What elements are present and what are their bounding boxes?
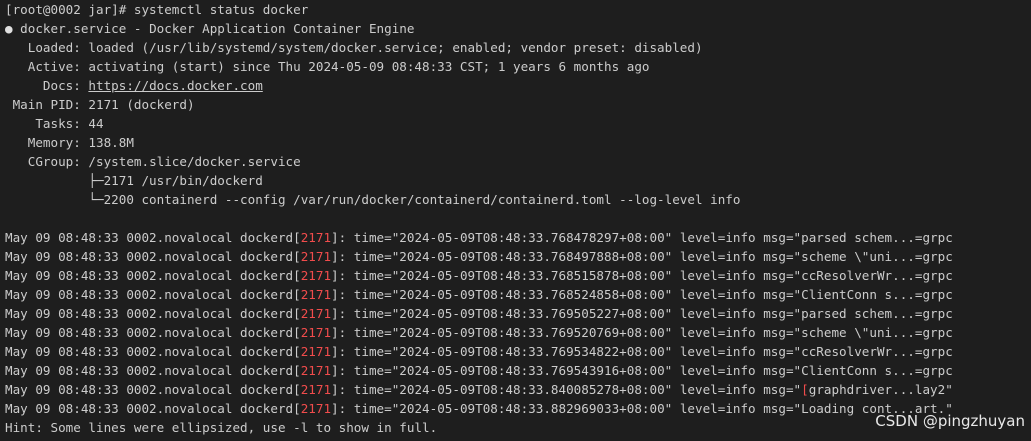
log-prefix: May 09 08:48:33 0002.novalocal dockerd[ bbox=[5, 382, 301, 397]
log-prefix: May 09 08:48:33 0002.novalocal dockerd[ bbox=[5, 230, 301, 245]
log-message: ]: time="2024-05-09T08:48:33.769543916+0… bbox=[331, 363, 953, 378]
field-tasks: Tasks: 44 bbox=[5, 114, 1029, 133]
field-label: Memory: bbox=[5, 135, 89, 150]
field-loaded: Loaded: loaded (/usr/lib/systemd/system/… bbox=[5, 38, 1029, 57]
field-label: Active: bbox=[5, 59, 89, 74]
log-pid: 2171 bbox=[300, 325, 332, 340]
log-line: May 09 08:48:33 0002.novalocal dockerd[2… bbox=[5, 247, 1029, 266]
log-pid: 2171 bbox=[300, 287, 332, 302]
log-prefix: May 09 08:48:33 0002.novalocal dockerd[ bbox=[5, 344, 301, 359]
log-line: May 09 08:48:33 0002.novalocal dockerd[2… bbox=[5, 380, 1029, 399]
log-message: ]: time="2024-05-09T08:48:33.768478297+0… bbox=[331, 230, 953, 245]
service-title: docker.service - Docker Application Cont… bbox=[12, 21, 415, 36]
log-pid: 2171 bbox=[300, 363, 332, 378]
field-label: Tasks: bbox=[5, 116, 89, 131]
log-pid: 2171 bbox=[300, 249, 332, 264]
field-main-pid: Main PID: 2171 (dockerd) bbox=[5, 95, 1029, 114]
log-line: May 09 08:48:33 0002.novalocal dockerd[2… bbox=[5, 342, 1029, 361]
service-title-line: ● docker.service - Docker Application Co… bbox=[5, 19, 1029, 38]
log-message: ]: time="2024-05-09T08:48:33.769534822+0… bbox=[331, 344, 953, 359]
field-docs: Docs: https://docs.docker.com bbox=[5, 76, 1029, 95]
field-value: 2171 (dockerd) bbox=[88, 97, 195, 112]
docs-link[interactable]: https://docs.docker.com bbox=[88, 78, 262, 93]
field-cgroup: CGroup: /system.slice/docker.service bbox=[5, 152, 1029, 171]
log-message: ]: time="2024-05-09T08:48:33.768497888+0… bbox=[331, 249, 953, 264]
shell-prompt-line: [root@0002 jar]# systemctl status docker bbox=[5, 2, 309, 17]
field-value: loaded (/usr/lib/systemd/system/docker.s… bbox=[88, 40, 703, 55]
status-dot-icon: ● bbox=[5, 21, 13, 36]
log-line: May 09 08:48:33 0002.novalocal dockerd[2… bbox=[5, 285, 1029, 304]
log-prefix: May 09 08:48:33 0002.novalocal dockerd[ bbox=[5, 287, 301, 302]
log-pid: 2171 bbox=[300, 344, 332, 359]
field-value: 44 bbox=[88, 116, 104, 131]
log-prefix: May 09 08:48:33 0002.novalocal dockerd[ bbox=[5, 325, 301, 340]
log-pid: 2171 bbox=[300, 401, 332, 416]
log-message: ]: time="2024-05-09T08:48:33.768515878+0… bbox=[331, 268, 953, 283]
log-pid: 2171 bbox=[300, 268, 332, 283]
log-message: ]: time="2024-05-09T08:48:33.840085278+0… bbox=[331, 382, 802, 397]
field-active: Active: activating (start) since Thu 202… bbox=[5, 57, 1029, 76]
field-label: Main PID: bbox=[5, 97, 89, 112]
log-line: May 09 08:48:33 0002.novalocal dockerd[2… bbox=[5, 228, 1029, 247]
log-prefix: May 09 08:48:33 0002.novalocal dockerd[ bbox=[5, 401, 301, 416]
log-message-tail: graphdriver...lay2" bbox=[808, 382, 953, 397]
log-bracket: [ bbox=[801, 382, 809, 397]
log-line: May 09 08:48:33 0002.novalocal dockerd[2… bbox=[5, 361, 1029, 380]
field-value: activating (start) since Thu 2024-05-09 … bbox=[88, 59, 650, 74]
log-prefix: May 09 08:48:33 0002.novalocal dockerd[ bbox=[5, 268, 301, 283]
cgroup-tree-item: ├─2171 /usr/bin/dockerd bbox=[5, 173, 263, 188]
watermark: CSDN @pingzhuyan bbox=[875, 412, 1025, 430]
log-message: ]: time="2024-05-09T08:48:33.769520769+0… bbox=[331, 325, 953, 340]
log-message: ]: time="2024-05-09T08:48:33.769505227+0… bbox=[331, 306, 953, 321]
field-label: Loaded: bbox=[5, 40, 89, 55]
log-line: May 09 08:48:33 0002.novalocal dockerd[2… bbox=[5, 304, 1029, 323]
field-label: CGroup: bbox=[5, 154, 89, 169]
field-value: 138.8M bbox=[88, 135, 134, 150]
terminal-output[interactable]: [root@0002 jar]# systemctl status docker… bbox=[5, 0, 1029, 437]
log-pid: 2171 bbox=[300, 230, 332, 245]
log-prefix: May 09 08:48:33 0002.novalocal dockerd[ bbox=[5, 363, 301, 378]
log-pid: 2171 bbox=[300, 306, 332, 321]
field-value: /system.slice/docker.service bbox=[88, 154, 301, 169]
field-label: Docs: bbox=[5, 78, 89, 93]
field-memory: Memory: 138.8M bbox=[5, 133, 1029, 152]
log-prefix: May 09 08:48:33 0002.novalocal dockerd[ bbox=[5, 249, 301, 264]
log-message: ]: time="2024-05-09T08:48:33.882969033+0… bbox=[331, 401, 953, 416]
log-prefix: May 09 08:48:33 0002.novalocal dockerd[ bbox=[5, 306, 301, 321]
log-line: May 09 08:48:33 0002.novalocal dockerd[2… bbox=[5, 323, 1029, 342]
log-line: May 09 08:48:33 0002.novalocal dockerd[2… bbox=[5, 266, 1029, 285]
cgroup-tree-item: └─2200 containerd --config /var/run/dock… bbox=[5, 192, 741, 207]
log-message: ]: time="2024-05-09T08:48:33.768524858+0… bbox=[331, 287, 953, 302]
log-pid: 2171 bbox=[300, 382, 332, 397]
